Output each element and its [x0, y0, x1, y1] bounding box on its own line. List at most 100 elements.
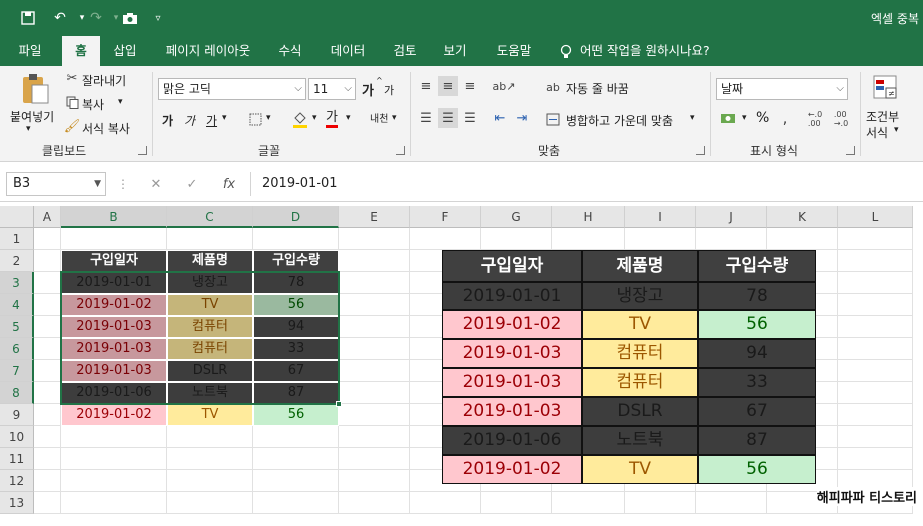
tab-review[interactable]: 검토 [384, 36, 426, 66]
table-cell[interactable]: 2019-01-03 [61, 360, 167, 382]
border-icon[interactable] [246, 110, 264, 128]
align-left-icon[interactable]: ☰ [416, 108, 436, 128]
table-cell[interactable]: 67 [253, 360, 339, 382]
wrap-text-button[interactable]: 자동 줄 바꿈 [566, 80, 629, 97]
table-cell[interactable]: 33 [253, 338, 339, 360]
column-header[interactable]: F [410, 206, 481, 228]
table-cell[interactable]: 2019-01-03 [61, 316, 167, 338]
orientation-icon[interactable]: ab↗ [492, 76, 516, 96]
name-box[interactable]: B3 ▼ [6, 172, 106, 196]
insert-function-icon[interactable]: fx [218, 174, 240, 194]
table-cell[interactable]: 2019-01-03 [61, 338, 167, 360]
fill-handle[interactable] [336, 401, 342, 407]
select-all-corner[interactable] [0, 206, 34, 228]
column-header[interactable]: L [838, 206, 913, 228]
row-header[interactable]: 11 [0, 448, 34, 470]
row-header[interactable]: 8 [0, 382, 34, 404]
cancel-icon[interactable]: ✕ [146, 174, 166, 194]
tab-view[interactable]: 보기 [432, 36, 478, 66]
underline-dropdown-icon[interactable]: ▾ [222, 113, 227, 123]
font-launcher-icon[interactable] [396, 146, 405, 155]
increase-decimal-icon[interactable]: ←.0.00 [804, 108, 826, 130]
row-header[interactable]: 10 [0, 426, 34, 448]
format-painter-button[interactable]: 서식 복사 [82, 120, 130, 137]
column-header[interactable]: D [253, 206, 339, 228]
column-header[interactable]: K [767, 206, 838, 228]
tab-insert[interactable]: 삽입 [104, 36, 146, 66]
cut-button[interactable]: 잘라내기 [82, 72, 126, 89]
align-bottom-icon[interactable]: ≡ [460, 76, 480, 96]
number-format-combo[interactable]: 날짜 ⌵ [716, 78, 848, 100]
column-header[interactable]: I [625, 206, 696, 228]
tab-formulas[interactable]: 수식 [268, 36, 312, 66]
conditional-dropdown-icon[interactable]: ▾ [894, 125, 899, 135]
conditional-formatting-icon[interactable]: ≠ [870, 72, 902, 104]
merge-center-icon[interactable] [544, 110, 562, 128]
wrap-text-icon[interactable]: ab [544, 78, 562, 96]
customize-toolbar-icon[interactable]: ▿ [146, 7, 170, 29]
row-header[interactable]: 2 [0, 250, 34, 272]
column-header[interactable]: B [61, 206, 167, 228]
paste-button[interactable]: 붙여넣기 [10, 108, 54, 125]
fill-color-icon[interactable] [290, 108, 310, 130]
align-middle-icon[interactable]: ≡ [438, 76, 458, 96]
table-cell[interactable]: 2019-01-06 [61, 382, 167, 404]
phonetic-button[interactable]: 내천 [370, 110, 388, 125]
font-color-button[interactable]: 가 [326, 110, 338, 128]
table-cell[interactable]: TV [167, 294, 253, 316]
row-header[interactable]: 7 [0, 360, 34, 382]
table-cell[interactable]: 87 [253, 382, 339, 404]
table-cell[interactable]: DSLR [167, 360, 253, 382]
save-icon[interactable] [16, 7, 40, 29]
tab-page-layout[interactable]: 페이지 레이아웃 [152, 36, 264, 66]
column-header[interactable]: G [481, 206, 552, 228]
formula-input[interactable]: 2019-01-01 [262, 172, 338, 196]
cut-icon[interactable]: ✂ [64, 70, 80, 86]
number-launcher-icon[interactable] [846, 146, 855, 155]
tell-me-search[interactable]: 어떤 작업을 원하시나요? [580, 36, 740, 66]
camera-icon[interactable] [118, 7, 142, 29]
tab-home[interactable]: 홈 [62, 36, 100, 66]
table-header-cell[interactable]: 구입수량 [253, 250, 339, 272]
font-color-dropdown-icon[interactable]: ▾ [346, 113, 351, 123]
decrease-decimal-icon[interactable]: .00 →.0 [830, 108, 852, 130]
copy-dropdown-icon[interactable]: ▾ [118, 97, 123, 107]
row-header[interactable]: 12 [0, 470, 34, 492]
row-header[interactable]: 3 [0, 272, 34, 294]
table-cell[interactable]: 컴퓨터 [167, 316, 253, 338]
alignment-launcher-icon[interactable] [696, 146, 705, 155]
row-header[interactable]: 4 [0, 294, 34, 316]
tab-data[interactable]: 데이터 [318, 36, 378, 66]
phonetic-dropdown-icon[interactable]: ▾ [392, 113, 397, 123]
align-right-icon[interactable]: ☰ [460, 108, 480, 128]
column-header[interactable]: C [167, 206, 253, 228]
decrease-indent-icon[interactable]: ⇤ [490, 108, 510, 128]
accounting-format-icon[interactable] [718, 110, 740, 128]
format-painter-icon[interactable]: 🖌 [64, 118, 81, 134]
paste-icon[interactable] [18, 72, 52, 106]
enter-icon[interactable]: ✓ [182, 174, 202, 194]
table-cell[interactable]: 노트북 [167, 382, 253, 404]
table-cell[interactable]: 78 [253, 272, 339, 294]
row-header[interactable]: 9 [0, 404, 34, 426]
tab-help[interactable]: 도움말 [484, 36, 544, 66]
table-cell[interactable]: 2019-01-01 [61, 272, 167, 294]
percent-button[interactable]: % [756, 110, 769, 126]
align-top-icon[interactable]: ≡ [416, 76, 436, 96]
table-cell[interactable]: 94 [253, 316, 339, 338]
font-name-combo[interactable]: 맑은 고딕 ⌵ [158, 78, 306, 100]
row-header[interactable]: 6 [0, 338, 34, 360]
copy-icon[interactable] [64, 94, 80, 110]
increase-indent-icon[interactable]: ⇥ [512, 108, 532, 128]
column-header[interactable]: E [339, 206, 410, 228]
lightbulb-icon[interactable] [556, 36, 576, 66]
font-size-combo[interactable]: 11 ⌵ [308, 78, 356, 100]
formula-bar-grip-icon[interactable]: ⋮ [117, 176, 129, 192]
shrink-font-button[interactable]: 가 [384, 82, 394, 98]
merge-center-button[interactable]: 병합하고 가운데 맞춤 [566, 112, 673, 129]
table-cell[interactable]: 컴퓨터 [167, 338, 253, 360]
align-center-icon[interactable]: ☰ [438, 108, 458, 128]
bold-button[interactable]: 가 [162, 112, 173, 129]
table-cell[interactable]: 2019-01-02 [61, 294, 167, 316]
paste-dropdown-icon[interactable]: ▾ [26, 124, 31, 134]
